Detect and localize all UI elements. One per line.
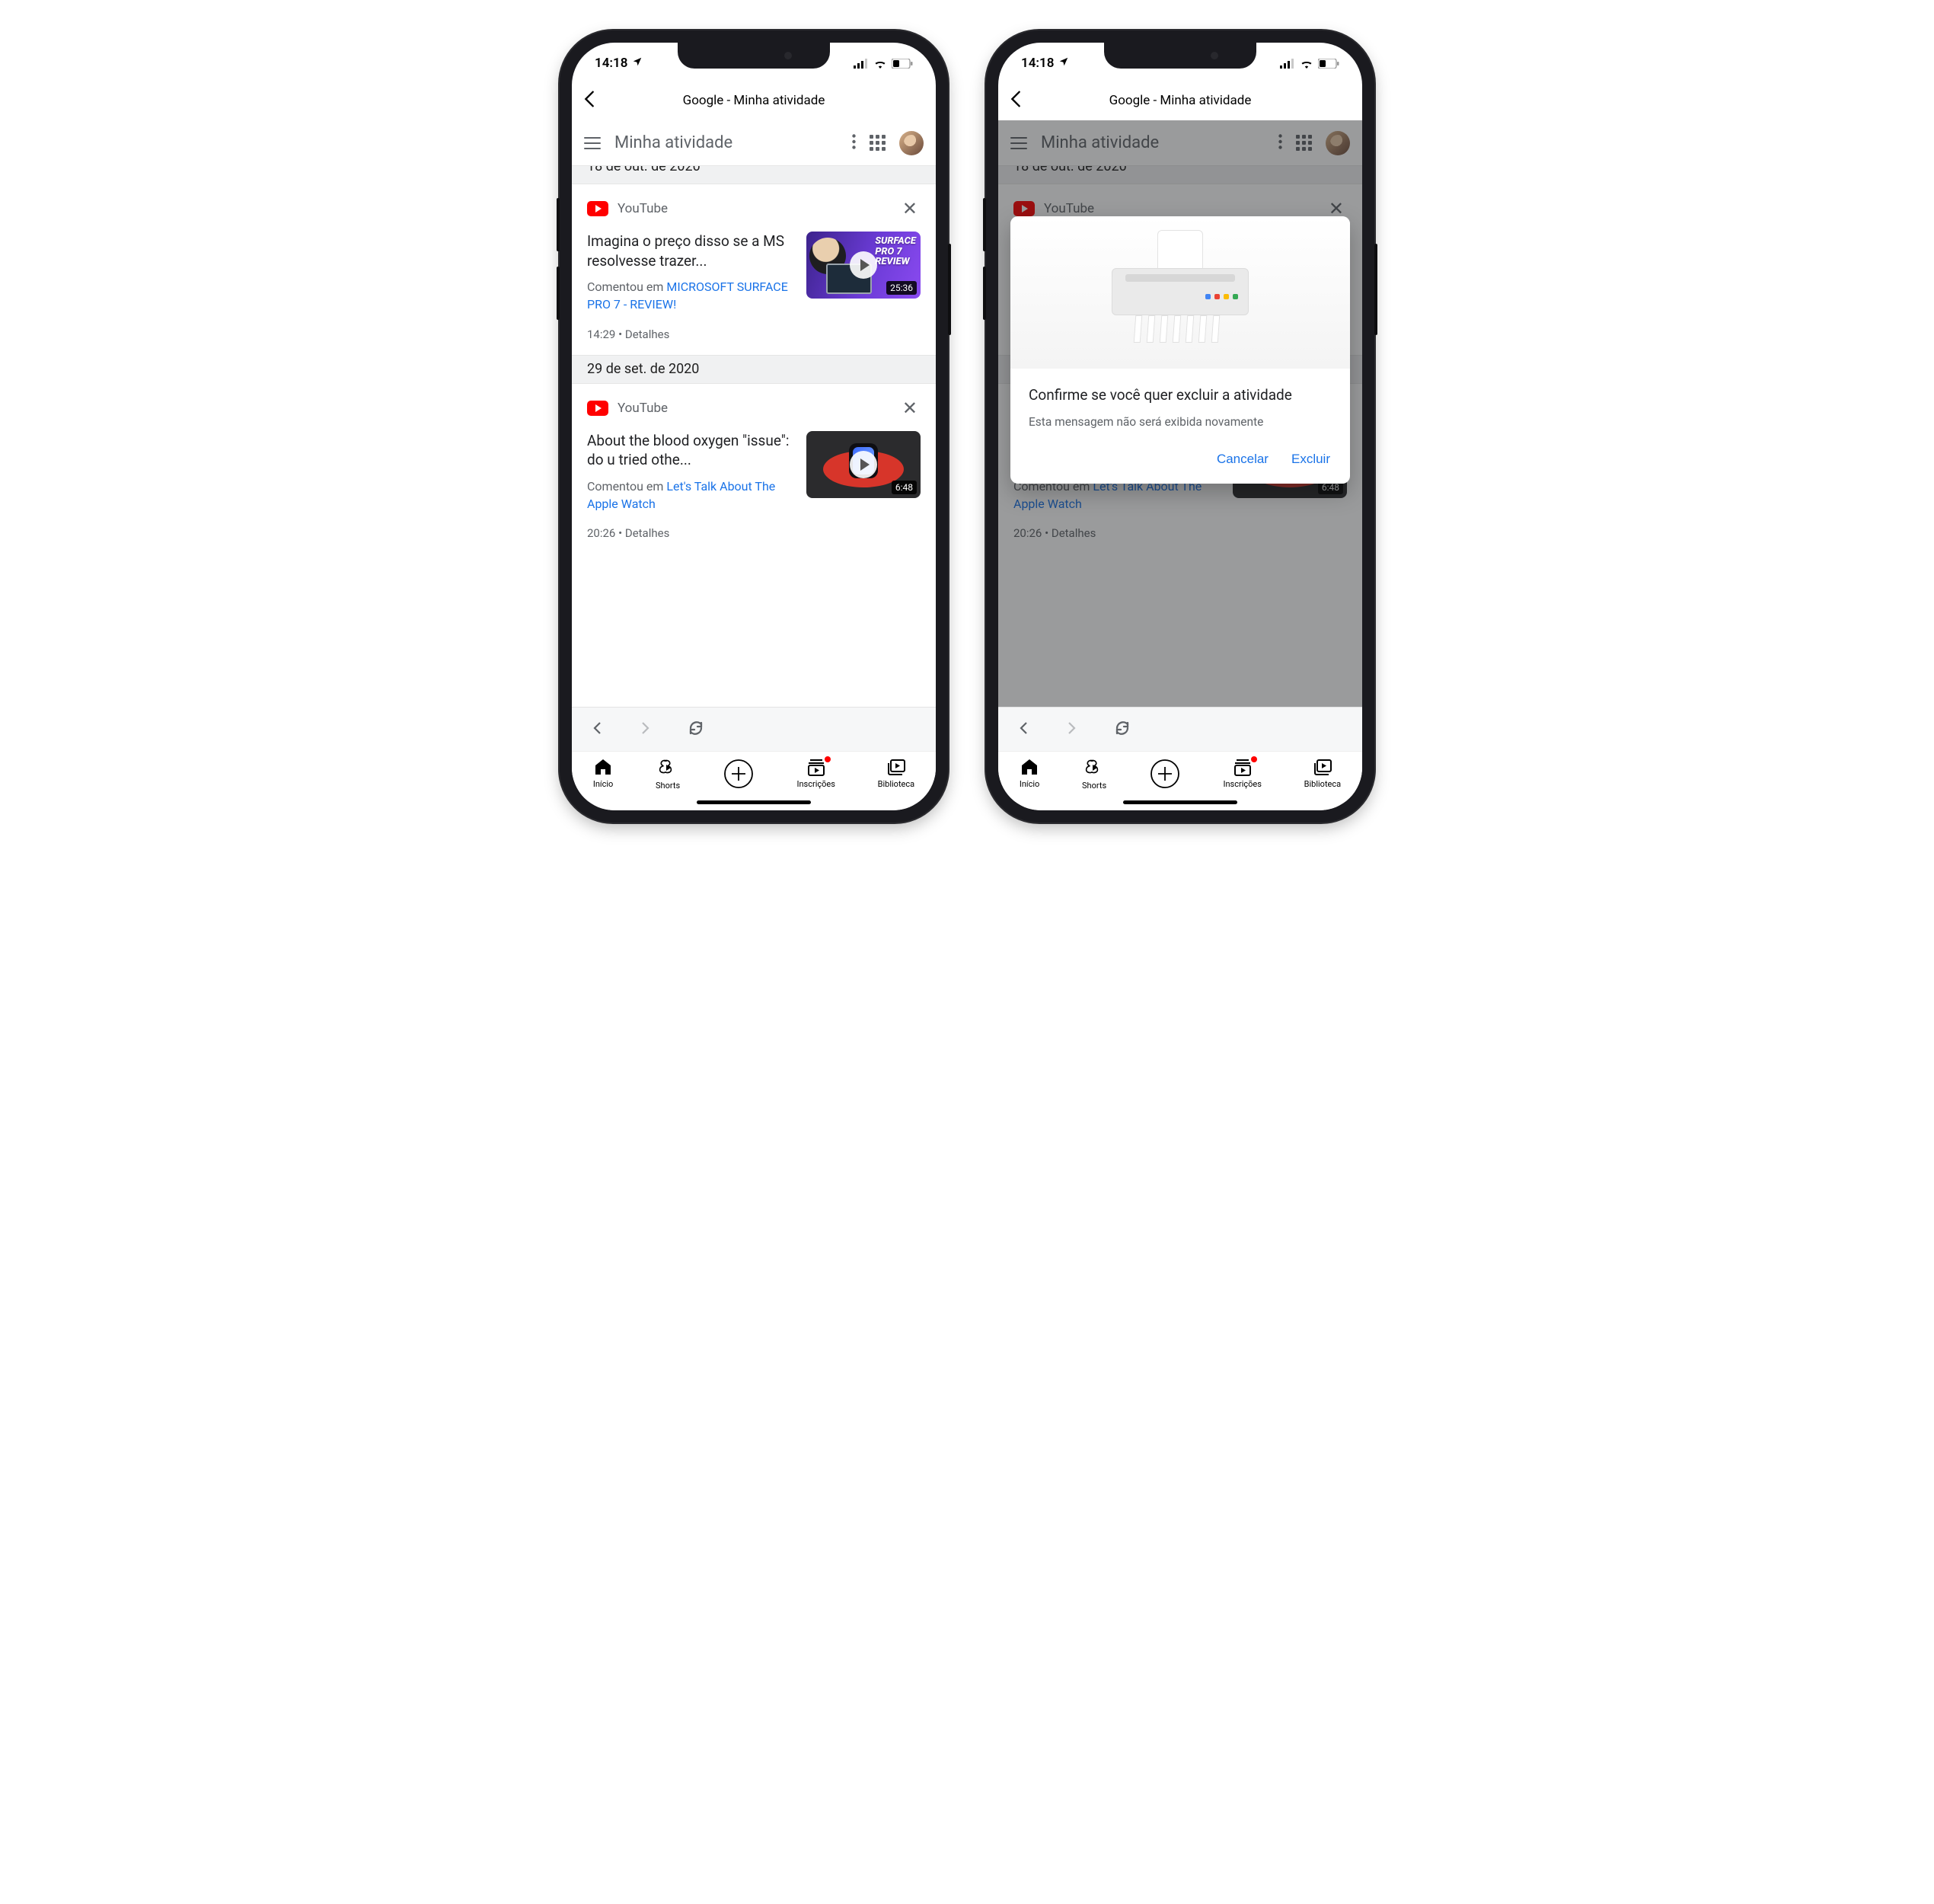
tab-create[interactable] — [723, 758, 755, 790]
apps-icon[interactable] — [870, 135, 886, 151]
thumb-overlay-text: SURFACE PRO 7 REVIEW — [875, 236, 916, 267]
play-icon — [850, 251, 877, 279]
shredder-illustration — [1010, 216, 1350, 369]
play-icon — [850, 451, 877, 478]
phone-right: 14:18 Google - Minha at — [986, 30, 1374, 823]
cancel-button[interactable]: Cancelar — [1217, 452, 1269, 467]
activity-title[interactable]: Imagina o preço disso se a MS resolvesse… — [587, 232, 796, 270]
reload-button[interactable] — [1114, 720, 1131, 740]
youtube-icon — [587, 201, 608, 216]
activity-card: YouTube ✕ Imagina o preço disso se a MS … — [572, 184, 936, 350]
avatar[interactable] — [899, 131, 924, 155]
tab-label: Inscrições — [796, 779, 835, 789]
toolbar-title: Minha atividade — [614, 133, 838, 152]
notch — [678, 43, 830, 69]
activity-card: YouTube ✕ About the blood oxygen "issue"… — [572, 384, 936, 550]
activity-meta[interactable]: 20:26 • Detalhes — [587, 526, 796, 540]
menu-icon[interactable] — [584, 137, 601, 149]
back-button[interactable] — [584, 88, 595, 113]
tab-label: Biblioteca — [878, 779, 915, 789]
source-label: YouTube — [618, 201, 890, 216]
video-thumbnail[interactable]: SURFACE PRO 7 REVIEW 25:36 — [806, 232, 921, 299]
browser-back-button[interactable] — [593, 721, 602, 738]
tab-label: Início — [593, 779, 614, 789]
confirm-delete-button[interactable]: Excluir — [1291, 452, 1330, 467]
webview-header: Google - Minha atividade — [572, 81, 936, 120]
tab-library[interactable]: Biblioteca — [878, 758, 915, 789]
webview-title: Google - Minha atividade — [1109, 93, 1252, 108]
duration-badge: 6:48 — [892, 481, 917, 494]
activity-title[interactable]: About the blood oxygen "issue": do u tri… — [587, 431, 796, 470]
subtitle-prefix: Comentou em — [587, 479, 666, 494]
webview-header: Google - Minha atividade — [998, 81, 1362, 120]
tab-label: Início — [1020, 779, 1040, 789]
status-time: 14:18 — [595, 56, 627, 71]
duration-badge: 25:36 — [886, 281, 917, 295]
notification-dot-icon — [1251, 756, 1257, 762]
browser-toolbar — [572, 707, 936, 751]
activity-subtitle: Comentou em Let's Talk About The Apple W… — [587, 478, 796, 513]
confirm-dialog: Confirme se você quer excluir a atividad… — [1010, 216, 1350, 484]
more-icon[interactable] — [852, 134, 856, 152]
date-header: 29 de set. de 2020 — [572, 355, 936, 384]
dialog-message: Esta mensagem não será exibida novamente — [1029, 415, 1332, 429]
source-label: YouTube — [618, 401, 890, 416]
tab-subscriptions[interactable]: Inscrições — [796, 758, 835, 789]
wifi-icon — [873, 59, 887, 69]
tab-shorts[interactable]: Shorts — [1082, 758, 1106, 791]
youtube-icon — [587, 401, 608, 416]
location-icon — [1058, 56, 1069, 70]
google-toolbar: Minha atividade — [572, 120, 936, 166]
tab-label: Inscrições — [1223, 779, 1261, 789]
status-time: 14:18 — [1021, 56, 1054, 71]
back-button[interactable] — [1010, 88, 1021, 113]
home-indicator[interactable] — [697, 800, 811, 804]
tab-label: Biblioteca — [1304, 779, 1342, 789]
reload-button[interactable] — [688, 720, 704, 740]
notch — [1104, 43, 1256, 69]
date-header: 18 de out. de 2020 — [572, 166, 936, 184]
activity-subtitle: Comentou em MICROSOFT SURFACE PRO 7 - RE… — [587, 278, 796, 313]
browser-forward-button[interactable] — [1067, 721, 1076, 738]
notification-dot-icon — [825, 756, 831, 762]
tab-subscriptions[interactable]: Inscrições — [1223, 758, 1261, 789]
cell-signal-icon — [1280, 59, 1295, 69]
battery-icon — [892, 59, 913, 69]
delete-button[interactable]: ✕ — [899, 398, 921, 419]
webview-title: Google - Minha atividade — [683, 93, 825, 108]
screen: 14:18 Google - Minha at — [998, 43, 1362, 810]
tab-library[interactable]: Biblioteca — [1304, 758, 1342, 789]
video-thumbnail[interactable]: 6:48 — [806, 431, 921, 498]
battery-icon — [1318, 59, 1339, 69]
tab-shorts[interactable]: Shorts — [656, 758, 680, 791]
wifi-icon — [1300, 59, 1313, 69]
browser-forward-button[interactable] — [640, 721, 649, 738]
cell-signal-icon — [854, 59, 869, 69]
activity-meta[interactable]: 14:29 • Detalhes — [587, 327, 796, 341]
tab-home[interactable]: Início — [1020, 758, 1040, 789]
location-icon — [632, 56, 643, 70]
tab-label: Shorts — [1082, 781, 1106, 791]
tab-home[interactable]: Início — [593, 758, 614, 789]
subtitle-prefix: Comentou em — [587, 280, 666, 294]
screen: 14:18 Google - Minha at — [572, 43, 936, 810]
phone-left: 14:18 Google - Minha at — [560, 30, 948, 823]
activity-list[interactable]: 18 de out. de 2020 YouTube ✕ Imagina o p… — [572, 166, 936, 707]
delete-button[interactable]: ✕ — [899, 198, 921, 219]
browser-back-button[interactable] — [1020, 721, 1029, 738]
browser-toolbar — [998, 707, 1362, 751]
home-indicator[interactable] — [1123, 800, 1237, 804]
tab-label: Shorts — [656, 781, 680, 791]
tab-create[interactable] — [1149, 758, 1181, 790]
dialog-title: Confirme se você quer excluir a atividad… — [1029, 385, 1332, 406]
